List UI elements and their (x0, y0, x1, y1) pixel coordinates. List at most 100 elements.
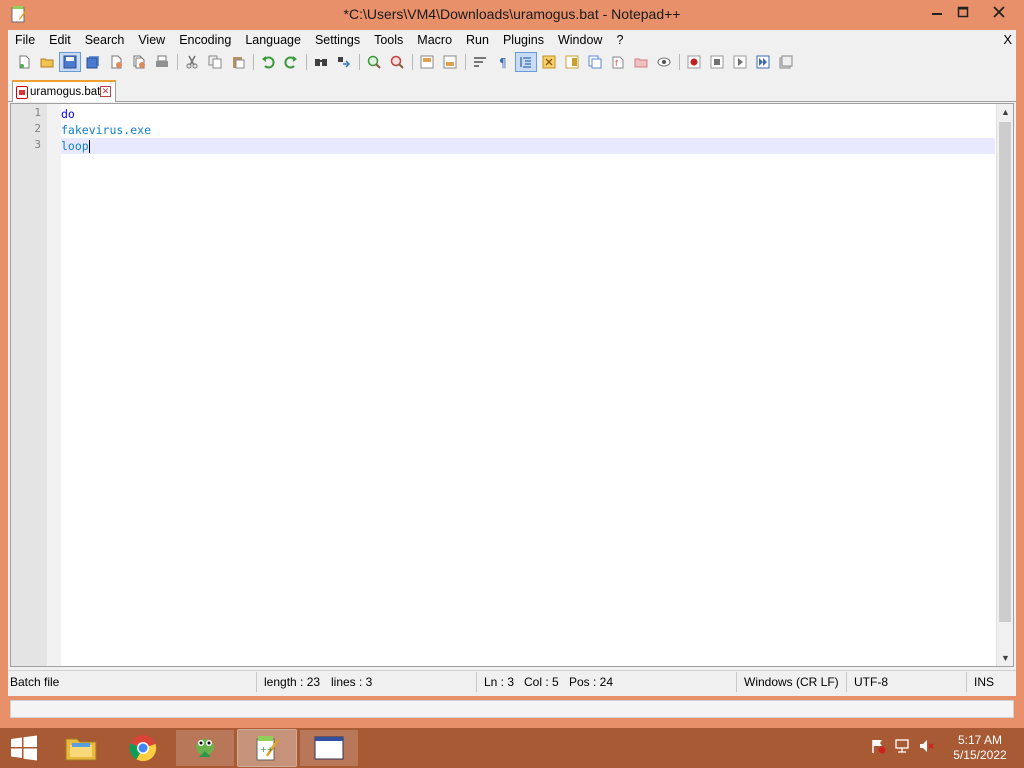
status-insert-mode[interactable]: INS (974, 675, 994, 689)
menu-edit[interactable]: Edit (42, 30, 78, 50)
paste-button[interactable] (228, 53, 248, 71)
status-eol[interactable]: Windows (CR LF) (744, 675, 839, 689)
monitoring-button[interactable] (631, 53, 651, 71)
menu-help[interactable]: ? (609, 30, 630, 50)
close-document-button[interactable]: X (1003, 32, 1012, 47)
indent-guide-button[interactable] (515, 52, 537, 72)
tab-uramogus-bat[interactable]: uramogus.bat ✕ (12, 80, 116, 102)
close-file-button[interactable] (106, 53, 126, 71)
record-macro-button[interactable] (684, 53, 704, 71)
copy-button[interactable] (205, 53, 225, 71)
save-all-button[interactable] (83, 53, 103, 71)
save-macro-button[interactable] (776, 53, 796, 71)
title-bar[interactable]: *C:\Users\VM4\Downloads\uramogus.bat - N… (0, 0, 1024, 30)
menu-run[interactable]: Run (459, 30, 496, 50)
run-macro-multiple-button[interactable] (753, 53, 773, 71)
scroll-thumb[interactable] (999, 122, 1011, 622)
new-file-icon (19, 55, 30, 69)
status-encoding[interactable]: UTF-8 (854, 675, 888, 689)
menu-macro[interactable]: Macro (410, 30, 459, 50)
sync-horizontal-button[interactable] (440, 53, 460, 71)
maximize-button[interactable] (948, 0, 978, 24)
close-file-icon (111, 55, 122, 69)
vertical-scrollbar[interactable]: ▲ ▼ (996, 104, 1013, 666)
sync-horizontal-icon (443, 55, 457, 69)
volume-muted-icon[interactable] (918, 738, 934, 754)
menu-language[interactable]: Language (238, 30, 308, 50)
stop-record-icon (710, 55, 724, 69)
open-file-icon (40, 58, 54, 68)
word-wrap-icon (474, 57, 486, 67)
fold-margin[interactable] (47, 104, 61, 666)
file-modified-icon (16, 85, 28, 99)
code-line[interactable]: do (61, 106, 995, 122)
menu-tools[interactable]: Tools (367, 30, 410, 50)
svg-text:¶: ¶ (499, 56, 507, 69)
find-button[interactable] (311, 53, 331, 71)
zoom-in-icon (367, 55, 381, 69)
window-app-icon (314, 736, 344, 760)
close-all-button[interactable] (129, 53, 149, 71)
taskbar-gecko-app[interactable] (176, 730, 234, 766)
taskbar-notepad-plus-plus[interactable]: ++ (237, 729, 297, 767)
cut-button[interactable] (182, 53, 202, 71)
taskbar-file-explorer[interactable] (52, 730, 110, 766)
copy-icon (208, 55, 222, 69)
save-button[interactable] (59, 52, 81, 72)
code-area[interactable]: do fakevirus.exe loop (61, 104, 995, 666)
new-file-button[interactable] (14, 53, 34, 71)
toolbar: ¶ f (8, 51, 1016, 73)
redo-button[interactable] (281, 53, 301, 71)
user-lang-button[interactable] (539, 53, 559, 71)
network-icon[interactable] (894, 738, 910, 754)
stop-record-button[interactable] (707, 53, 727, 71)
function-list-button[interactable] (585, 53, 605, 71)
word-wrap-button[interactable] (470, 53, 490, 71)
toolbar-separator (306, 54, 307, 70)
status-length: length : 23 (264, 675, 321, 689)
close-button[interactable] (980, 0, 1018, 24)
zoom-out-button[interactable] (387, 53, 407, 71)
play-macro-button[interactable] (730, 53, 750, 71)
undo-icon (262, 56, 275, 69)
indent-guide-icon (520, 57, 531, 68)
action-center-flag-icon[interactable] (870, 738, 886, 754)
paste-icon (233, 57, 245, 69)
taskbar-clock[interactable]: 5:17 AM 5/15/2022 (945, 733, 1015, 763)
menu-file[interactable]: File (8, 30, 42, 50)
menu-view[interactable]: View (131, 30, 172, 50)
start-button[interactable] (10, 735, 38, 761)
menu-search[interactable]: Search (78, 30, 132, 50)
menu-plugins[interactable]: Plugins (496, 30, 551, 50)
sync-vertical-button[interactable] (417, 53, 437, 71)
line-number-gutter: 1 2 3 (11, 104, 47, 666)
editor[interactable]: 1 2 3 do fakevirus.exe loop ▲ ▼ (10, 103, 1014, 667)
zoom-in-button[interactable] (364, 53, 384, 71)
replace-button[interactable] (334, 53, 354, 71)
code-line[interactable]: fakevirus.exe (61, 122, 995, 138)
show-all-chars-button[interactable]: ¶ (493, 53, 513, 71)
record-macro-icon (687, 55, 701, 69)
eye-icon (657, 57, 671, 67)
scroll-down-icon[interactable]: ▼ (997, 650, 1014, 666)
folder-as-workspace-button[interactable]: f (608, 53, 628, 71)
current-code-line[interactable]: loop (61, 138, 995, 154)
user-lang-icon (542, 55, 556, 69)
scroll-up-icon[interactable]: ▲ (997, 104, 1014, 120)
open-file-button[interactable] (37, 53, 57, 71)
menu-window[interactable]: Window (551, 30, 609, 50)
eye-button[interactable] (654, 53, 674, 71)
taskbar-window-app[interactable] (300, 730, 358, 766)
background-window[interactable] (10, 700, 1014, 718)
menu-settings[interactable]: Settings (308, 30, 367, 50)
line-number: 3 (34, 138, 41, 151)
menu-encoding[interactable]: Encoding (172, 30, 238, 50)
taskbar-chrome[interactable] (114, 730, 172, 766)
toolbar-separator (679, 54, 680, 70)
print-button[interactable] (152, 53, 172, 71)
close-all-icon (133, 55, 145, 69)
tab-close-icon[interactable]: ✕ (100, 86, 111, 97)
doc-map-button[interactable] (562, 53, 582, 71)
undo-button[interactable] (258, 53, 278, 71)
tab-strip: uramogus.bat ✕ (8, 78, 1016, 102)
